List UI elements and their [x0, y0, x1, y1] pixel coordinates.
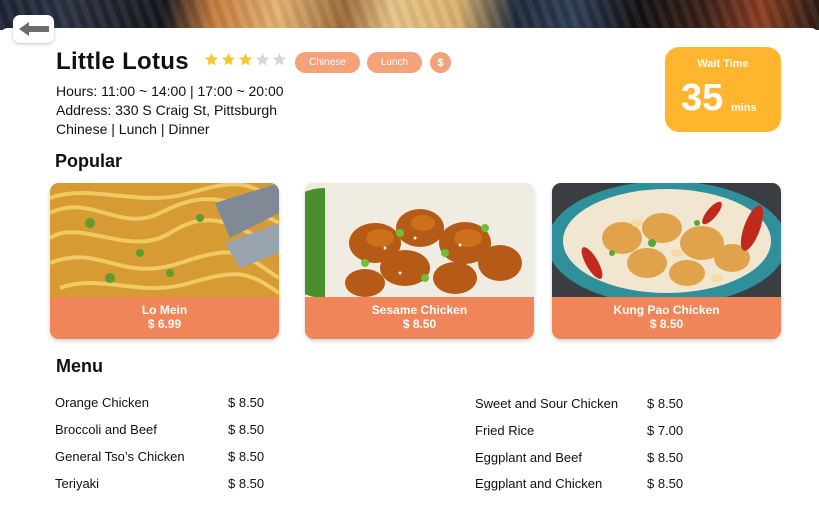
tag-lunch[interactable]: Lunch — [367, 52, 422, 73]
menu-item-price: $ 8.50 — [647, 450, 684, 465]
menu-item-price: $ 8.50 — [228, 422, 265, 437]
menu-item-price: $ 8.50 — [228, 395, 265, 410]
popular-item-price: $ 6.99 — [147, 317, 182, 331]
popular-item-name: Kung Pao Chicken — [613, 303, 720, 317]
header-banner-photo — [0, 0, 819, 30]
star-icon — [238, 52, 253, 66]
wait-time-label: Wait Time — [697, 58, 749, 70]
tag-chinese[interactable]: Chinese — [295, 52, 360, 73]
wait-time-value: 35 — [681, 77, 724, 119]
popular-item-price: $ 8.50 — [402, 317, 437, 331]
star-icon — [255, 52, 270, 66]
popular-item-lo-mein[interactable]: Lo Mein $ 6.99 — [50, 183, 279, 339]
restaurant-hours: Hours: 11:00 ~ 14:00 | 17:00 ~ 20:00 — [56, 83, 284, 99]
popular-caption: Sesame Chicken $ 8.50 — [305, 297, 534, 339]
popular-heading: Popular — [55, 151, 123, 171]
menu-item-price: $ 8.50 — [228, 476, 265, 491]
restaurant-cuisine: Chinese | Lunch | Dinner — [56, 121, 210, 137]
wait-time-badge: Wait Time 35 mins — [665, 47, 781, 132]
kung-pao-chicken-photo — [552, 183, 781, 297]
lo-mein-photo — [50, 183, 279, 297]
popular-item-kung-pao-chicken[interactable]: Kung Pao Chicken $ 8.50 — [552, 183, 781, 339]
back-arrow-icon — [18, 22, 49, 36]
sesame-chicken-photo — [305, 183, 534, 297]
menu-item-price: $ 8.50 — [228, 449, 265, 464]
menu-item-name: Broccoli and Beef — [55, 422, 157, 437]
popular-item-price: $ 8.50 — [649, 317, 684, 331]
menu-item-name: Orange Chicken — [55, 395, 149, 410]
back-button[interactable] — [13, 15, 54, 43]
star-icon — [221, 52, 236, 66]
wait-time-unit: mins — [731, 102, 757, 114]
popular-item-name: Sesame Chicken — [371, 303, 468, 317]
tag-price-level[interactable]: $ — [430, 52, 451, 73]
rating-stars — [204, 52, 287, 67]
menu-item-price: $ 8.50 — [647, 396, 684, 411]
menu-heading: Menu — [56, 356, 103, 376]
star-icon — [204, 52, 219, 66]
popular-item-sesame-chicken[interactable]: Sesame Chicken $ 8.50 — [305, 183, 534, 339]
popular-item-name: Lo Mein — [141, 303, 188, 317]
popular-caption: Lo Mein $ 6.99 — [50, 297, 279, 339]
menu-item-price: $ 7.00 — [647, 423, 684, 438]
restaurant-address: Address: 330 S Craig St, Pittsburgh — [56, 102, 277, 118]
menu-item-name: General Tso’s Chicken — [55, 449, 185, 464]
menu-item-name: Sweet and Sour Chicken — [475, 396, 619, 411]
restaurant-name: Little Lotus — [56, 48, 189, 75]
menu-item-name: Fried Rice — [475, 423, 535, 438]
star-icon — [272, 52, 287, 66]
popular-caption: Kung Pao Chicken $ 8.50 — [552, 297, 781, 339]
menu-item-name: Eggplant and Beef — [475, 450, 582, 465]
menu-item-name: Eggplant and Chicken — [475, 476, 603, 491]
menu-item-price: $ 8.50 — [647, 476, 684, 491]
menu-item-name: Teriyaki — [55, 476, 100, 491]
